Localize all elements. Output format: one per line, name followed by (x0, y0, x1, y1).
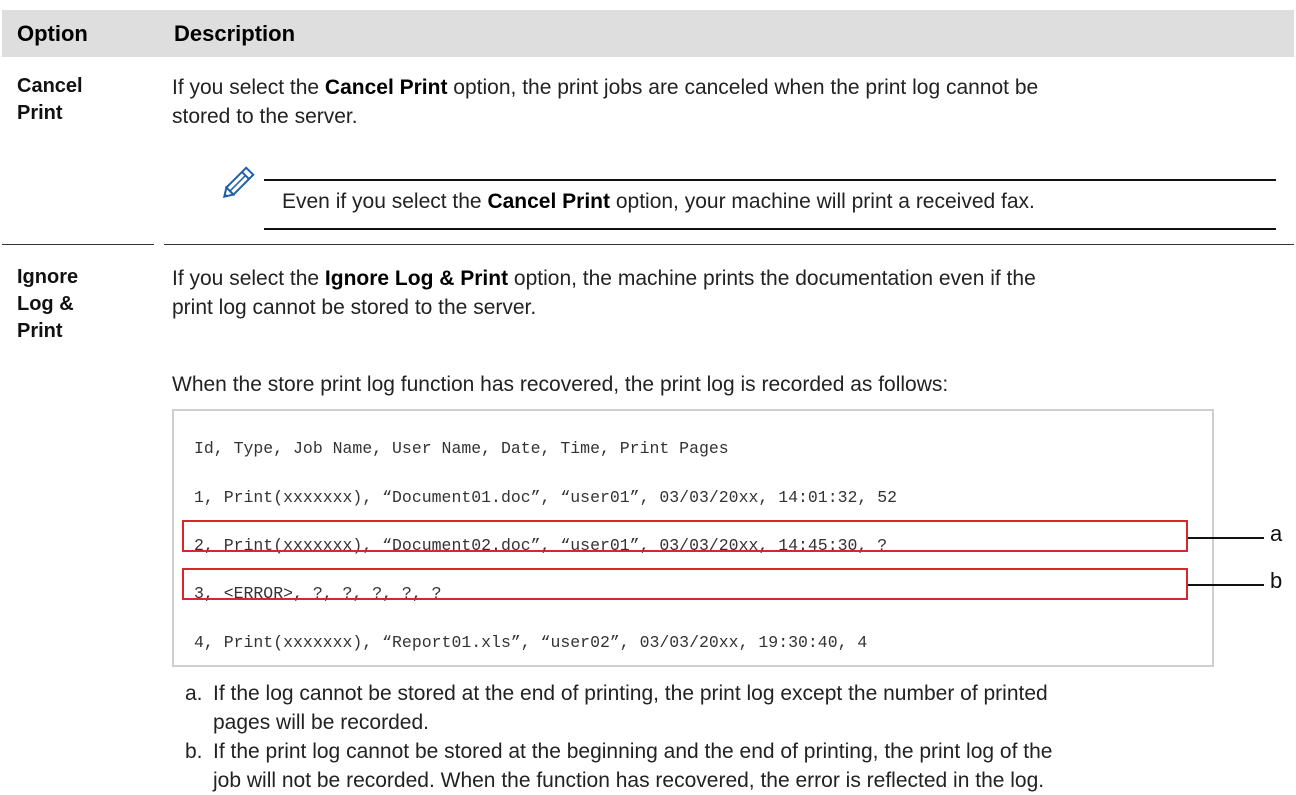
list-label-a: a. (185, 682, 203, 705)
option-cancel-print: Cancel Print (17, 73, 83, 127)
list-item-text: job will not be recorded. When the funct… (213, 769, 1045, 792)
note-text: Even if you select the Cancel Print opti… (282, 187, 1282, 216)
ignore-log-description: If you select the Ignore Log & Print opt… (172, 264, 1282, 322)
row-divider-option (2, 244, 154, 245)
callout-a: a (1270, 521, 1283, 546)
log-line: Id, Type, Job Name, User Name, Date, Tim… (194, 439, 729, 458)
header-description: Description (174, 21, 296, 46)
header-option: Option (17, 21, 88, 46)
log-line: 1, Print(xxxxxxx), “Document01.doc”, “us… (194, 488, 898, 507)
note-top-rule (264, 179, 1276, 181)
note-text-part: Even if you select the (282, 190, 488, 213)
desc-text: option, the machine prints the documenta… (508, 267, 1036, 290)
desc-text: If you select the (172, 267, 325, 290)
log-line: 4, Print(xxxxxxx), “Report01.xls”, “user… (194, 633, 868, 652)
desc-text: print log cannot be stored to the server… (172, 296, 537, 319)
list-item-a: If the log cannot be stored at the end o… (213, 679, 1288, 737)
list-item-text: pages will be recorded. (213, 711, 429, 734)
desc-text: option, the print jobs are canceled when… (447, 76, 1039, 99)
option-label-line: Ignore (17, 266, 79, 288)
recovered-text: When the store print log function has re… (172, 373, 949, 396)
desc-text: stored to the server. (172, 105, 358, 128)
list-item-b: If the print log cannot be stored at the… (213, 737, 1293, 795)
option-label-line: Cancel (17, 75, 83, 97)
list-item-text: If the print log cannot be stored at the… (213, 740, 1053, 763)
note-text-part: option, your machine will print a receiv… (610, 190, 1035, 213)
highlight-box-a (182, 520, 1188, 552)
option-ignore-log-print: Ignore Log & Print (17, 264, 78, 345)
option-label-line: Print (17, 102, 63, 124)
option-label-line: Log & (17, 293, 74, 315)
list-label-b: b. (185, 740, 203, 763)
table-header: Option Description (2, 10, 1294, 57)
option-label-line: Print (17, 320, 63, 342)
pencil-icon (218, 164, 256, 204)
callout-b: b (1270, 568, 1283, 593)
desc-text: If you select the (172, 76, 325, 99)
desc-bold: Cancel Print (324, 76, 448, 99)
desc-bold: Ignore Log & Print (324, 267, 509, 290)
note-bold: Cancel Print (487, 190, 610, 213)
callout-leader-a (1188, 537, 1264, 539)
list-item-text: If the log cannot be stored at the end o… (213, 682, 1048, 705)
note-bottom-rule (264, 228, 1276, 230)
cancel-print-description: If you select the Cancel Print option, t… (172, 73, 1282, 131)
callout-leader-b (1188, 584, 1264, 586)
highlight-box-b (182, 568, 1188, 600)
row-divider-description (164, 244, 1294, 245)
